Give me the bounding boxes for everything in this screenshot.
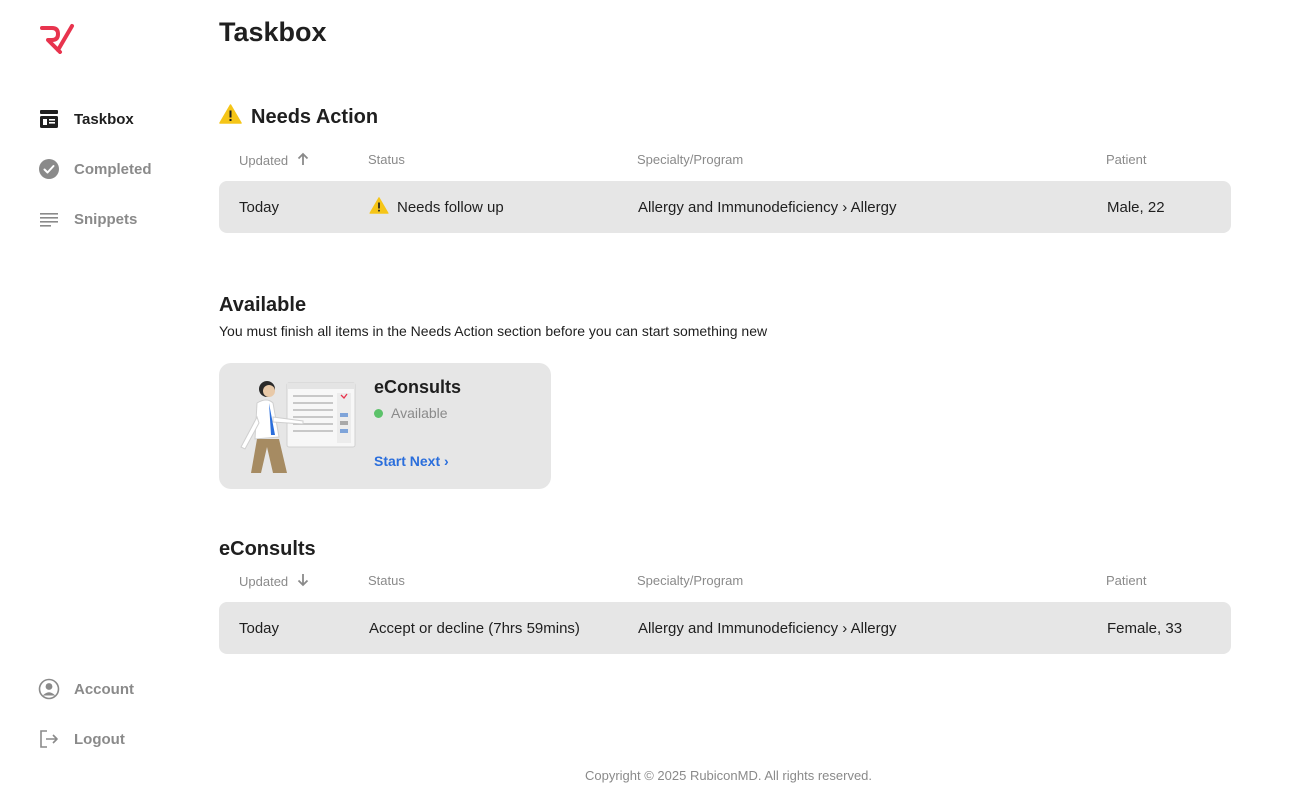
status-dot-icon [374,408,383,418]
available-subtitle: You must finish all items in the Needs A… [219,323,768,339]
econsults-card: eConsults Available Start Next › [219,363,551,489]
rubicon-logo[interactable] [38,22,76,54]
logout-icon [38,728,60,750]
row-specialty: Allergy and Immunodeficiency › Allergy [638,198,897,216]
column-header-status: Status [368,152,405,167]
footer-copyright: Copyright © 2025 RubiconMD. All rights r… [584,768,873,783]
table-row[interactable]: Today Accept or decline (7hrs 59mins) Al… [219,602,1231,654]
lines-icon [38,208,60,230]
taskbox-icon [38,108,60,130]
column-header-patient: Patient [1106,573,1147,588]
column-header-updated[interactable]: Updated [239,573,310,590]
sidebar: Taskbox Completed Snippets Account Logou… [0,0,200,794]
user-circle-icon [38,678,60,700]
row-patient: Male, 22 [1107,198,1165,216]
econsults-title: eConsults [219,538,316,560]
start-next-link[interactable]: Start Next › [374,453,449,469]
column-header-label: Updated [239,574,289,589]
sidebar-item-label: Logout [74,730,125,748]
doctor-illustration [233,377,359,477]
row-status: Needs follow up [369,181,504,233]
column-header-status: Status [368,573,405,588]
sidebar-item-snippets[interactable]: Snippets [38,207,137,231]
sidebar-item-label: Account [74,680,134,698]
column-header-label: Updated [239,153,289,168]
row-status-label: Needs follow up [397,198,504,216]
sidebar-item-label: Completed [74,160,152,178]
sidebar-item-logout[interactable]: Logout [38,727,125,751]
needs-action-heading: Needs Action [219,104,378,130]
arrow-up-icon [296,152,310,169]
column-header-specialty: Specialty/Program [637,573,744,588]
available-title: Available [219,294,307,316]
card-status: Available [374,405,448,421]
arrow-down-icon [296,573,310,590]
table-row[interactable]: Today Needs follow up Allergy and Immuno… [219,181,1231,233]
check-circle-icon [38,158,60,180]
sidebar-item-label: Taskbox [74,110,134,128]
column-header-updated[interactable]: Updated [239,152,310,169]
sidebar-item-completed[interactable]: Completed [38,157,152,181]
needs-action-title: Needs Action [251,105,379,128]
sidebar-item-taskbox[interactable]: Taskbox [38,107,134,131]
warning-icon [369,196,389,218]
column-header-patient: Patient [1106,152,1147,167]
row-status: Accept or decline (7hrs 59mins) [369,619,580,637]
warning-icon [219,104,242,130]
card-title: eConsults [374,377,462,397]
row-patient: Female, 33 [1107,619,1183,637]
row-updated: Today [239,619,280,637]
sidebar-item-account[interactable]: Account [38,677,134,701]
row-updated: Today [239,198,280,216]
column-header-specialty: Specialty/Program [637,152,744,167]
card-status-label: Available [391,405,448,421]
page-title: Taskbox [219,17,327,47]
sidebar-item-label: Snippets [74,210,138,228]
row-specialty: Allergy and Immunodeficiency › Allergy [638,619,897,637]
